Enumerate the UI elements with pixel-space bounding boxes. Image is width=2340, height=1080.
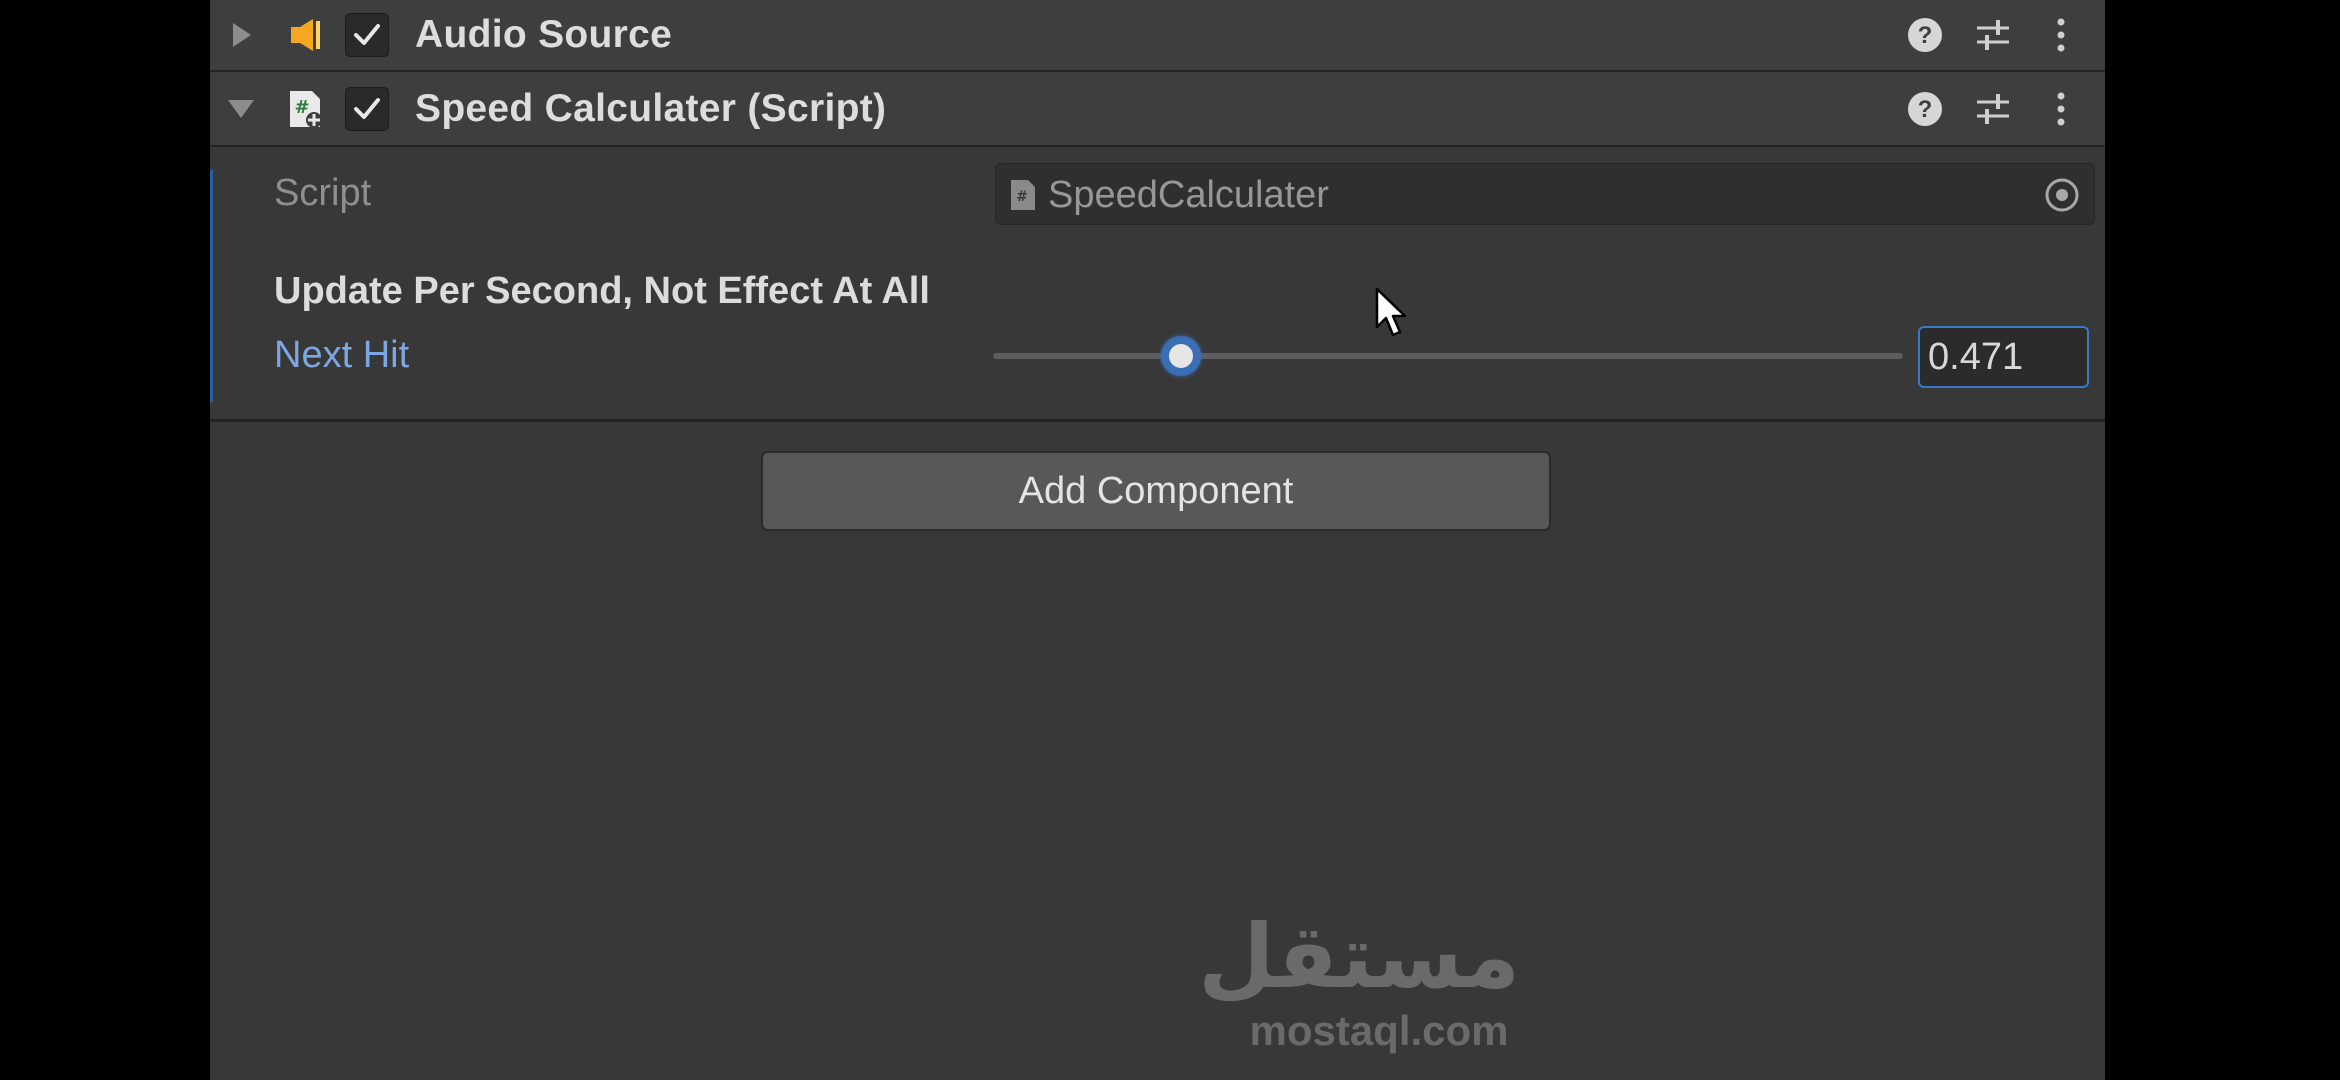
script-file-icon: #: [1011, 180, 1035, 210]
checkmark-icon: [354, 24, 380, 45]
checkmark-icon: [354, 97, 380, 119]
watermark-url: mostaql.com: [1249, 1007, 1509, 1054]
help-icon[interactable]: ?: [1905, 89, 1945, 129]
foldout-collapsed-icon[interactable]: [233, 23, 251, 47]
svg-text:?: ?: [1918, 22, 1933, 49]
svg-text:?: ?: [1918, 96, 1933, 123]
svg-text:#: #: [1016, 189, 1028, 205]
speed-calculater-header[interactable]: # Speed Calculater (Script) ?: [210, 72, 2105, 147]
audio-source-header[interactable]: Audio Source ?: [210, 0, 2105, 72]
component-body-accent: [210, 170, 213, 402]
next-hit-slider-thumb[interactable]: [1161, 336, 1202, 376]
mouse-cursor-icon: [1375, 287, 1407, 337]
more-options-icon[interactable]: [2041, 89, 2081, 129]
audio-source-icon: [291, 19, 320, 51]
speed-calculater-title: Speed Calculater (Script): [415, 86, 887, 130]
inspector-panel: Audio Source ? # Speed Calculater (Scrip…: [210, 0, 2105, 1080]
script-field-value: SpeedCalculater: [1048, 174, 1329, 216]
section-header: Update Per Second, Not Effect At All: [274, 270, 930, 312]
next-hit-label: Next Hit: [274, 334, 410, 376]
audio-source-title: Audio Source: [415, 13, 673, 56]
add-component-button[interactable]: Add Component: [761, 451, 1551, 531]
audio-source-enabled-checkbox[interactable]: [345, 13, 389, 57]
presets-icon[interactable]: [1973, 15, 2013, 55]
presets-icon[interactable]: [1973, 89, 2013, 129]
next-hit-slider-track[interactable]: [993, 353, 1903, 359]
svg-text:#: #: [294, 97, 309, 118]
watermark-logo-arabic: مستقل: [1198, 905, 1520, 1008]
next-hit-value-field[interactable]: 0.471: [1918, 326, 2089, 388]
foldout-expanded-icon[interactable]: [228, 99, 254, 118]
object-picker-icon[interactable]: [2044, 177, 2080, 213]
script-object-field: # SpeedCalculater: [995, 163, 2095, 225]
csharp-script-icon: #: [290, 90, 322, 128]
script-field-label: Script: [274, 172, 372, 214]
more-options-icon[interactable]: [2041, 15, 2081, 55]
help-icon[interactable]: ?: [1905, 15, 1945, 55]
component-separator: [210, 419, 2105, 422]
speed-calculater-enabled-checkbox[interactable]: [345, 86, 389, 131]
